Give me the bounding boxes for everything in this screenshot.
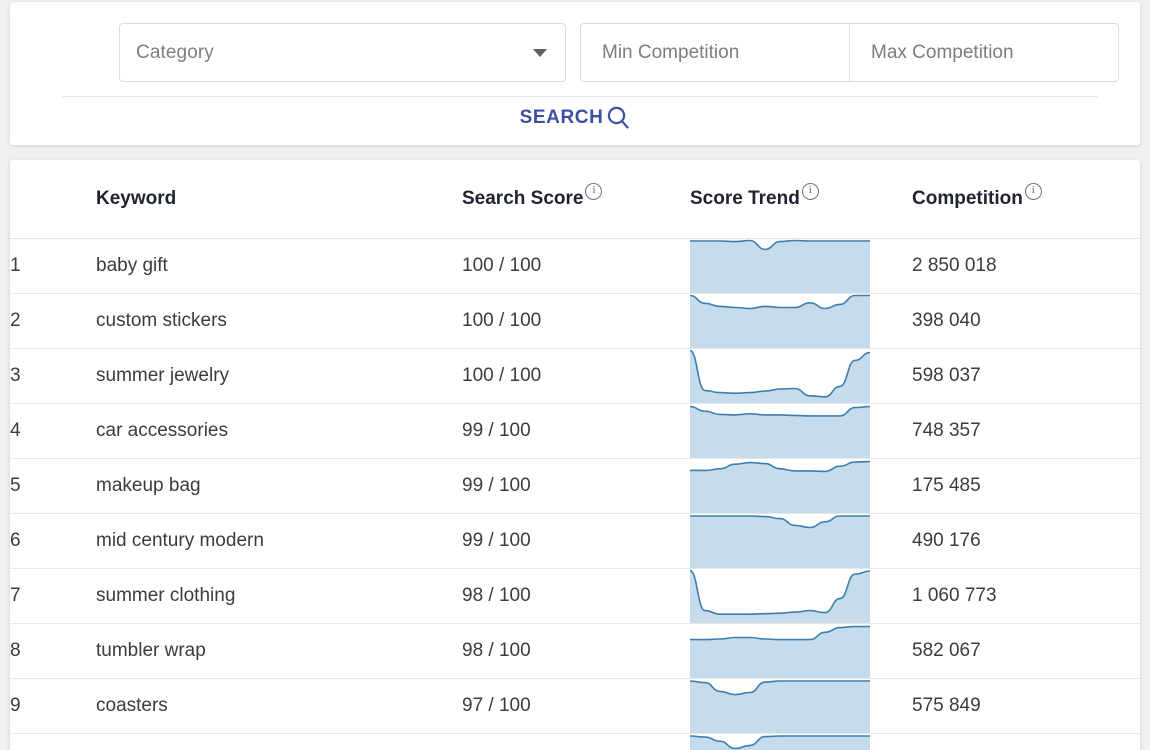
col-score-trend-label: Score Trend bbox=[690, 188, 800, 209]
row-score-trend bbox=[690, 678, 912, 734]
sparkline-chart bbox=[690, 514, 870, 568]
row-rank: 3 bbox=[10, 348, 96, 404]
row-search-score: 98 / 100 bbox=[462, 568, 690, 624]
row-score-trend bbox=[690, 293, 912, 349]
row-score-trend bbox=[690, 458, 912, 514]
col-score-trend: Score Trend bbox=[690, 160, 912, 239]
col-rank bbox=[10, 160, 96, 239]
col-keyword-label: Keyword bbox=[96, 188, 177, 209]
row-score-trend bbox=[690, 513, 912, 569]
row-search-score: 99 / 100 bbox=[462, 458, 690, 514]
sparkline-chart bbox=[690, 239, 870, 293]
row-rank: 9 bbox=[10, 678, 96, 734]
row-search-score: 97 / 100 bbox=[462, 733, 690, 750]
table-row[interactable]: 10planner97 / 100 1 621 200 bbox=[10, 733, 1140, 750]
row-score-trend bbox=[690, 623, 912, 679]
col-competition: Competition bbox=[912, 160, 1140, 239]
sparkline-chart bbox=[690, 349, 870, 403]
row-competition: 575 849 bbox=[912, 678, 1140, 734]
row-competition: 490 176 bbox=[912, 513, 1140, 569]
col-search-score: Search Score bbox=[462, 160, 690, 239]
table-row[interactable]: 2 custom stickers 100 / 100 398 040 bbox=[10, 293, 1140, 349]
search-button[interactable]: SEARCH bbox=[10, 105, 1140, 131]
competition-range-group bbox=[580, 23, 1119, 82]
row-competition: 1 060 773 bbox=[912, 568, 1140, 624]
row-search-score: 99 / 100 bbox=[462, 403, 690, 459]
row-keyword[interactable]: makeup bag bbox=[96, 458, 462, 514]
row-keyword[interactable]: planner bbox=[96, 733, 462, 750]
row-search-score: 100 / 100 bbox=[462, 293, 690, 349]
search-button-label: SEARCH bbox=[519, 107, 604, 128]
row-search-score: 99 / 100 bbox=[462, 513, 690, 569]
row-competition: 598 037 bbox=[912, 348, 1140, 404]
row-rank: 2 bbox=[10, 293, 96, 349]
row-search-score: 100 / 100 bbox=[462, 348, 690, 404]
category-dropdown[interactable]: Category bbox=[119, 23, 566, 82]
sparkline-chart bbox=[690, 569, 870, 623]
row-keyword[interactable]: tumbler wrap bbox=[96, 623, 462, 679]
category-dropdown-label: Category bbox=[136, 41, 214, 63]
table-row[interactable]: 8 tumbler wrap 98 / 100 582 067 bbox=[10, 623, 1140, 679]
min-competition-input[interactable] bbox=[580, 23, 849, 82]
table-row[interactable]: 9 coasters 97 / 100 575 849 bbox=[10, 678, 1140, 734]
row-keyword[interactable]: car accessories bbox=[96, 403, 462, 459]
table-row[interactable]: 7 summer clothing 98 / 100 1 060 773 bbox=[10, 568, 1140, 624]
row-rank: 10 bbox=[10, 733, 96, 750]
chevron-down-icon bbox=[533, 48, 547, 57]
col-search-score-label: Search Score bbox=[462, 188, 584, 209]
info-icon-search-score[interactable] bbox=[585, 183, 603, 200]
sparkline-chart bbox=[690, 294, 870, 348]
table-row[interactable]: 4 car accessories 99 / 100 748 357 bbox=[10, 403, 1140, 459]
filter-divider bbox=[62, 96, 1098, 97]
row-competition: 748 357 bbox=[912, 403, 1140, 459]
row-keyword[interactable]: mid century modern bbox=[96, 513, 462, 569]
page-root: Category SEARCH bbox=[0, 0, 1150, 750]
row-rank: 1 bbox=[10, 238, 96, 294]
keyword-table: Keyword Search Score Score Trend bbox=[10, 160, 1140, 750]
row-rank: 8 bbox=[10, 623, 96, 679]
row-keyword[interactable]: custom stickers bbox=[96, 293, 462, 349]
sparkline-chart bbox=[690, 679, 870, 733]
row-search-score: 100 / 100 bbox=[462, 238, 690, 294]
table-row[interactable]: 5 makeup bag 99 / 100 175 485 bbox=[10, 458, 1140, 514]
row-score-trend bbox=[690, 568, 912, 624]
table-row[interactable]: 1 baby gift 100 / 100 2 850 018 bbox=[10, 238, 1140, 294]
sparkline-chart bbox=[690, 459, 870, 513]
row-competition: 1 621 200 bbox=[912, 733, 1140, 750]
row-keyword[interactable]: coasters bbox=[96, 678, 462, 734]
row-search-score: 97 / 100 bbox=[462, 678, 690, 734]
row-score-trend bbox=[690, 733, 912, 750]
table-header-row: Keyword Search Score Score Trend bbox=[10, 160, 1140, 239]
col-keyword: Keyword bbox=[96, 160, 462, 239]
table-body: 1 baby gift 100 / 100 2 850 018 2 custom stic… bbox=[10, 238, 1140, 750]
search-icon bbox=[606, 105, 630, 131]
table-header: Keyword Search Score Score Trend bbox=[10, 160, 1140, 239]
table-row[interactable]: 6 mid century modern 99 / 100 490 176 bbox=[10, 513, 1140, 569]
max-competition-input[interactable] bbox=[849, 23, 1119, 82]
table-row[interactable]: 3 summer jewelry 100 / 100 598 037 bbox=[10, 348, 1140, 404]
filter-panel: Category SEARCH bbox=[10, 2, 1140, 145]
row-score-trend bbox=[690, 238, 912, 294]
col-competition-label: Competition bbox=[912, 188, 1023, 209]
row-rank: 5 bbox=[10, 458, 96, 514]
row-search-score: 98 / 100 bbox=[462, 623, 690, 679]
row-keyword[interactable]: summer clothing bbox=[96, 568, 462, 624]
row-competition: 175 485 bbox=[912, 458, 1140, 514]
row-rank: 7 bbox=[10, 568, 96, 624]
row-keyword[interactable]: baby gift bbox=[96, 238, 462, 294]
keyword-results-panel: Keyword Search Score Score Trend bbox=[10, 160, 1140, 750]
row-competition: 398 040 bbox=[912, 293, 1140, 349]
row-rank: 6 bbox=[10, 513, 96, 569]
row-competition: 2 850 018 bbox=[912, 238, 1140, 294]
row-rank: 4 bbox=[10, 403, 96, 459]
info-icon-score-trend[interactable] bbox=[801, 183, 819, 200]
row-competition: 582 067 bbox=[912, 623, 1140, 679]
sparkline-chart bbox=[690, 404, 870, 458]
sparkline-chart bbox=[690, 624, 870, 678]
row-score-trend bbox=[690, 403, 912, 459]
row-score-trend bbox=[690, 348, 912, 404]
row-keyword[interactable]: summer jewelry bbox=[96, 348, 462, 404]
info-icon-competition[interactable] bbox=[1024, 183, 1042, 200]
sparkline-chart bbox=[690, 734, 870, 750]
